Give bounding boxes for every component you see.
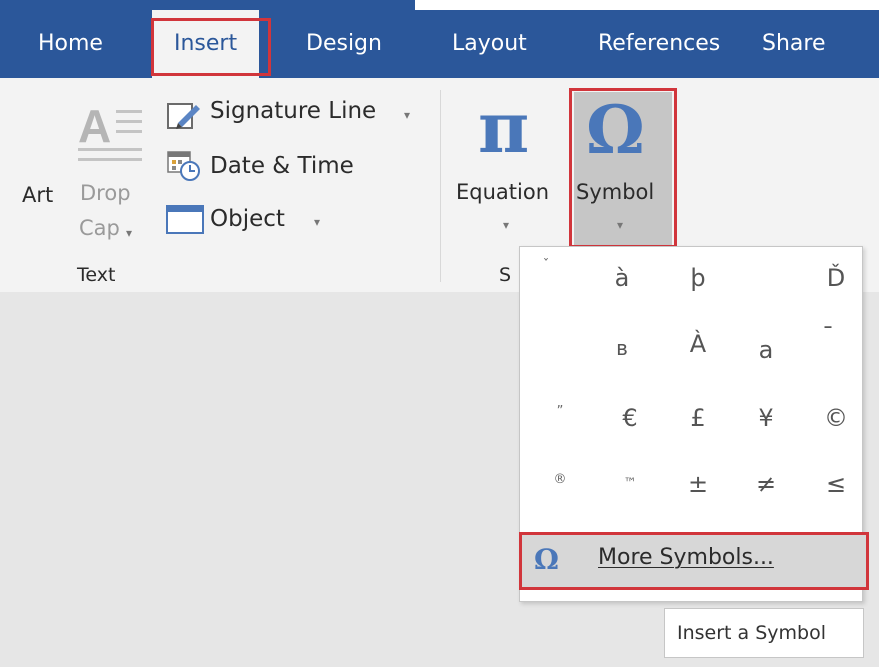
symbol-cell[interactable]: £ [668, 404, 728, 444]
symbol-cell[interactable]: в [592, 336, 652, 376]
symbol-cell[interactable]: à [592, 264, 652, 304]
equation-button[interactable]: Equation [456, 180, 549, 204]
symbol-button-label: Symbol [576, 180, 655, 204]
date-time-button[interactable]: Date & Time [210, 153, 354, 179]
symbol-cell[interactable]: € [600, 404, 660, 444]
symbol-cell[interactable]: ≤ [806, 470, 866, 510]
symbol-cell[interactable]: ˉ [798, 322, 858, 362]
symbol-cell[interactable]: ” [530, 404, 590, 444]
symbol-cell[interactable] [736, 264, 796, 304]
signature-line-button[interactable]: Signature Line [210, 98, 376, 124]
object-dropdown-arrow[interactable]: ▾ [314, 215, 320, 229]
omega-icon: Ω [586, 91, 645, 169]
tab-references[interactable]: References [598, 10, 720, 78]
symbol-cell[interactable]: þ [668, 264, 728, 304]
ribbon-tab-bar: Home Insert Design Layout References Sha… [0, 10, 879, 78]
tab-layout[interactable]: Layout [452, 10, 527, 78]
tab-share[interactable]: Share [762, 10, 826, 78]
wordart-button-label[interactable]: Art [22, 183, 53, 207]
symbol-cell[interactable]: a [736, 336, 796, 376]
omega-small-icon: Ω [534, 543, 559, 576]
text-group-label: Text [77, 264, 116, 286]
symbol-cell[interactable]: À [668, 330, 728, 370]
drop-cap-label-line2[interactable]: Cap [79, 216, 120, 240]
object-button[interactable]: Object [210, 206, 285, 232]
symbol-dropdown-arrow: ▾ [617, 218, 624, 232]
drop-cap-dropdown-arrow[interactable]: ▾ [126, 226, 132, 240]
pi-icon: π [478, 86, 530, 169]
symbol-cell[interactable]: © [806, 404, 866, 444]
drop-cap-label-line1[interactable]: Drop [80, 181, 131, 205]
tab-design[interactable]: Design [306, 10, 382, 78]
symbol-cell[interactable]: ≠ [736, 470, 796, 510]
symbol-cell[interactable] [516, 336, 576, 376]
symbol-cell[interactable]: ™ [600, 476, 660, 516]
tab-home[interactable]: Home [38, 10, 103, 78]
signature-line-dropdown-arrow[interactable]: ▾ [404, 108, 410, 122]
date-time-icon [166, 150, 202, 182]
tooltip: Insert a Symbol [664, 608, 864, 658]
equation-dropdown-arrow[interactable]: ▾ [503, 218, 509, 232]
tab-insert[interactable]: Insert [152, 10, 260, 78]
more-symbols-label: More Symbols... [598, 545, 774, 570]
symbol-cell[interactable]: ® [530, 472, 590, 512]
signature-line-icon [166, 101, 202, 131]
group-separator [440, 90, 441, 282]
svg-text:A: A [78, 100, 111, 152]
object-icon [166, 205, 206, 235]
symbols-group-label: S [499, 264, 512, 286]
symbol-cell[interactable]: ˇ [516, 258, 576, 298]
symbol-cell[interactable]: ± [668, 470, 728, 510]
drop-cap-icon: A [78, 98, 146, 164]
symbol-cell[interactable]: Ď [806, 264, 866, 304]
title-strip [0, 0, 879, 10]
symbol-cell[interactable]: ¥ [736, 404, 796, 444]
